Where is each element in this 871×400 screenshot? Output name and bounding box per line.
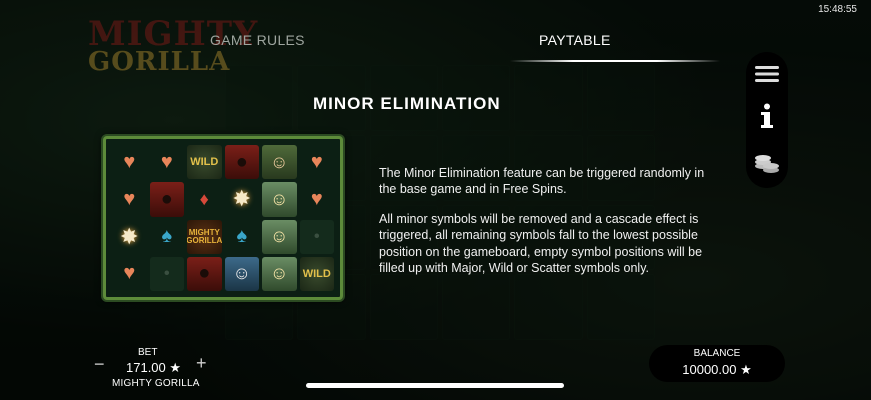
empty-slot: •: [149, 256, 184, 291]
bet-value: 171.00 ★: [126, 360, 182, 375]
heart-icon: ♥: [310, 187, 323, 210]
diamond-icon: ♦: [199, 188, 209, 209]
description-paragraph-1: The Minor Elimination feature can be tri…: [379, 166, 705, 197]
scatter-logo-symbol: MIGHTY GORILLA: [187, 219, 222, 254]
gorilla-symbol: ●: [224, 145, 259, 180]
heart-icon: ♥: [160, 150, 173, 173]
coins-icon[interactable]: [753, 148, 781, 176]
old-man-symbol: ☺: [224, 256, 259, 291]
description-paragraph-2: All minor symbols will be removed and a …: [379, 212, 703, 275]
wild-symbol: WILD: [299, 256, 334, 291]
balance-panel: BALANCE 10000.00 ★: [649, 345, 785, 382]
wild-symbol: WILD: [187, 145, 222, 180]
active-tab-indicator: [510, 60, 720, 62]
heart-icon: ♥: [123, 187, 136, 210]
tab-game-rules[interactable]: GAME RULES: [210, 32, 305, 48]
gorilla-symbol: ●: [187, 256, 222, 291]
bet-panel: − BET 171.00 ★ MIGHTY GORILLA +: [88, 345, 218, 393]
side-menu: [746, 52, 788, 188]
example-gameboard: ♥ ♥ WILD ● ☺ ♥ ♥ ● ♦ ✸ ☺ ♥ ✸ ♠ MIGHTY GO…: [103, 136, 343, 300]
empty-slot: •: [299, 219, 334, 254]
status-time: 15:48:55: [818, 4, 857, 15]
heart-icon: ♥: [310, 150, 323, 173]
menu-icon[interactable]: [753, 60, 781, 88]
woman-symbol: ☺: [262, 182, 297, 217]
info-icon[interactable]: [753, 102, 781, 130]
explorer-symbol: ☺: [262, 145, 297, 180]
tab-bar: GAME RULES PAYTABLE: [200, 32, 720, 62]
increase-bet-button[interactable]: +: [196, 353, 207, 374]
explosion-icon: ✸: [120, 223, 139, 249]
spade-icon: ♠: [236, 225, 248, 248]
gorilla-symbol: ●: [149, 182, 184, 217]
game-name: MIGHTY GORILLA: [112, 378, 200, 389]
heart-icon: ♥: [123, 262, 136, 285]
section-title: MINOR ELIMINATION: [313, 94, 501, 113]
heart-icon: ♥: [123, 150, 136, 173]
woman-symbol: ☺: [262, 256, 297, 291]
bet-label: BET: [138, 347, 158, 358]
woman-symbol: ☺: [262, 219, 297, 254]
home-indicator[interactable]: [306, 383, 564, 388]
balance-value: 10000.00 ★: [682, 362, 752, 377]
tab-paytable[interactable]: PAYTABLE: [539, 32, 611, 48]
spade-icon: ♠: [161, 225, 173, 248]
explosion-icon: ✸: [232, 186, 251, 212]
decrease-bet-button[interactable]: −: [94, 354, 105, 375]
balance-label: BALANCE: [693, 348, 741, 359]
